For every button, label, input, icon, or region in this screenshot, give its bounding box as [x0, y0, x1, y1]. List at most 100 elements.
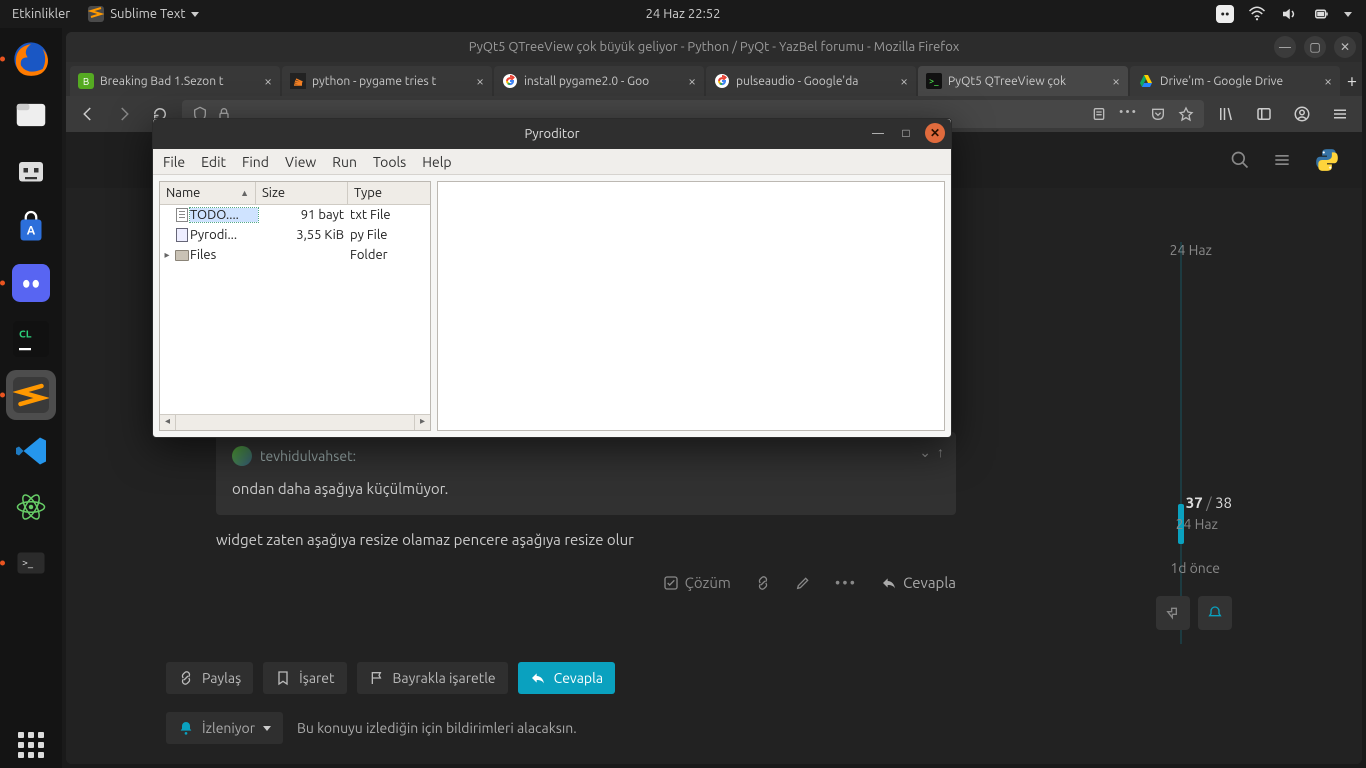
- sidebar-button[interactable]: [1250, 100, 1278, 128]
- editor-pane[interactable]: [437, 181, 945, 431]
- timeline-back-button[interactable]: [1156, 596, 1190, 630]
- firefox-icon: [11, 39, 51, 79]
- flag-button[interactable]: Bayrakla işaretle: [357, 662, 508, 694]
- reply-button[interactable]: Cevapla: [881, 574, 956, 591]
- solution-button[interactable]: Çözüm: [663, 574, 731, 591]
- bookmark-icon: [275, 670, 291, 686]
- dock-discord[interactable]: [6, 258, 56, 308]
- dock-files[interactable]: [6, 90, 56, 140]
- dock-firefox[interactable]: [6, 34, 56, 84]
- tab-close-icon[interactable]: ×: [264, 73, 272, 89]
- topic-reply-button[interactable]: Cevapla: [518, 662, 615, 694]
- menu-tools[interactable]: Tools: [373, 154, 406, 170]
- window-minimize-button[interactable]: —: [1274, 36, 1296, 58]
- browser-tab[interactable]: pulseaudio - Google'da×: [706, 66, 916, 96]
- browser-tab[interactable]: Drive'ım - Google Drive×: [1130, 66, 1340, 96]
- active-app-menu[interactable]: Sublime Text: [88, 6, 199, 22]
- tab-close-icon[interactable]: ×: [476, 73, 484, 89]
- tree-horizontal-scrollbar[interactable]: ◂ ▸: [160, 414, 430, 430]
- pyroditor-titlebar[interactable]: Pyroditor — □ ✕: [153, 119, 951, 149]
- tree-row[interactable]: TODO....91 bayttxt File: [160, 205, 430, 225]
- share-button[interactable]: Paylaş: [166, 662, 253, 694]
- files-icon: [12, 96, 50, 134]
- scroll-right-icon[interactable]: ▸: [414, 415, 430, 430]
- svg-text:>_: >_: [929, 76, 939, 86]
- dock-terminal[interactable]: >_: [6, 538, 56, 588]
- tab-close-icon[interactable]: ×: [900, 73, 908, 89]
- battery-icon[interactable]: [1312, 5, 1330, 23]
- chevron-down-icon: [263, 726, 271, 731]
- menu-file[interactable]: File: [163, 154, 185, 170]
- pocket-icon[interactable]: [1150, 106, 1166, 122]
- timeline-track[interactable]: [1180, 242, 1182, 644]
- tree-row[interactable]: Pyrodi...3,55 KiBpy File: [160, 225, 430, 245]
- col-name[interactable]: Name: [166, 186, 200, 200]
- discord-tray-icon[interactable]: [1216, 5, 1234, 23]
- watching-dropdown[interactable]: İzleniyor: [166, 712, 283, 744]
- new-tab-button[interactable]: +: [1342, 66, 1362, 96]
- dock-vscode[interactable]: [6, 426, 56, 476]
- tab-close-icon[interactable]: ×: [1112, 73, 1120, 89]
- file-name: Pyrodi...: [190, 228, 258, 242]
- browser-tab[interactable]: python - pygame tries t×: [282, 66, 492, 96]
- dock-clion[interactable]: CL: [6, 314, 56, 364]
- timeline-top-label: 24 Haz: [1170, 242, 1212, 258]
- wifi-icon[interactable]: [1248, 5, 1266, 23]
- firefox-titlebar[interactable]: PyQt5 QTreeView çok büyük geliyor - Pyth…: [66, 32, 1362, 62]
- active-app-label: Sublime Text: [110, 7, 185, 21]
- menu-view[interactable]: View: [285, 154, 316, 170]
- menu-find[interactable]: Find: [242, 154, 269, 170]
- back-button[interactable]: [74, 100, 102, 128]
- tab-close-icon[interactable]: ×: [1324, 73, 1332, 89]
- tree-row[interactable]: ▸FilesFolder: [160, 245, 430, 265]
- link-icon[interactable]: [755, 575, 771, 591]
- dock-app-robot[interactable]: [6, 146, 56, 196]
- hamburger-menu-button[interactable]: [1326, 100, 1354, 128]
- dock-atom[interactable]: [6, 482, 56, 532]
- system-menu-chevron-icon[interactable]: [1344, 12, 1352, 17]
- file-type: py File: [350, 228, 430, 242]
- menu-edit[interactable]: Edit: [201, 154, 226, 170]
- more-actions-icon[interactable]: •••: [835, 574, 857, 591]
- svg-text:CL: CL: [19, 328, 32, 340]
- show-applications-button[interactable]: [0, 732, 62, 758]
- timeline-notify-button[interactable]: [1198, 596, 1232, 630]
- search-icon[interactable]: [1230, 150, 1250, 170]
- browser-tab[interactable]: install pygame2.0 - Goo×: [494, 66, 704, 96]
- browser-tab[interactable]: BBreaking Bad 1.Sezon t×: [70, 66, 280, 96]
- col-type[interactable]: Type: [348, 182, 430, 204]
- pyroditor-minimize-button[interactable]: —: [869, 127, 887, 140]
- reader-mode-icon[interactable]: [1091, 106, 1107, 122]
- python-logo-icon[interactable]: [1314, 147, 1340, 173]
- volume-icon[interactable]: [1280, 5, 1298, 23]
- dock-sublime[interactable]: [6, 370, 56, 420]
- pencil-icon[interactable]: [795, 575, 811, 591]
- library-button[interactable]: [1212, 100, 1240, 128]
- tab-close-icon[interactable]: ×: [688, 73, 696, 89]
- col-size[interactable]: Size: [256, 182, 348, 204]
- account-button[interactable]: [1288, 100, 1316, 128]
- window-maximize-button[interactable]: ▢: [1304, 36, 1326, 58]
- pyroditor-close-button[interactable]: ✕: [925, 123, 945, 143]
- bookmark-star-icon[interactable]: [1178, 106, 1194, 122]
- scroll-left-icon[interactable]: ◂: [160, 415, 176, 430]
- activities-button[interactable]: Etkinlikler: [12, 7, 70, 21]
- quote-jump-icon[interactable]: ↑: [937, 444, 944, 461]
- file-type-icon: [174, 208, 190, 222]
- clock[interactable]: 24 Haz 22:52: [646, 7, 721, 21]
- bookmark-button[interactable]: İşaret: [263, 662, 346, 694]
- page-actions-icon[interactable]: •••: [1119, 106, 1138, 122]
- forward-button[interactable]: [110, 100, 138, 128]
- browser-tab[interactable]: >_PyQt5 QTreeView çok×: [918, 66, 1128, 96]
- reply-icon: [530, 670, 546, 686]
- quote-collapse-icon[interactable]: ⌄: [919, 444, 931, 461]
- post-body: widget zaten aşağıya resize olamaz pence…: [216, 531, 956, 548]
- expand-icon[interactable]: ▸: [160, 249, 174, 261]
- hamburger-icon[interactable]: [1272, 150, 1292, 170]
- window-close-button[interactable]: ✕: [1334, 36, 1356, 58]
- dock-software[interactable]: A: [6, 202, 56, 252]
- menu-run[interactable]: Run: [332, 154, 357, 170]
- pyroditor-maximize-button[interactable]: □: [897, 126, 915, 140]
- menu-help[interactable]: Help: [422, 154, 451, 170]
- tree-header[interactable]: Name▲ Size Type: [160, 182, 430, 205]
